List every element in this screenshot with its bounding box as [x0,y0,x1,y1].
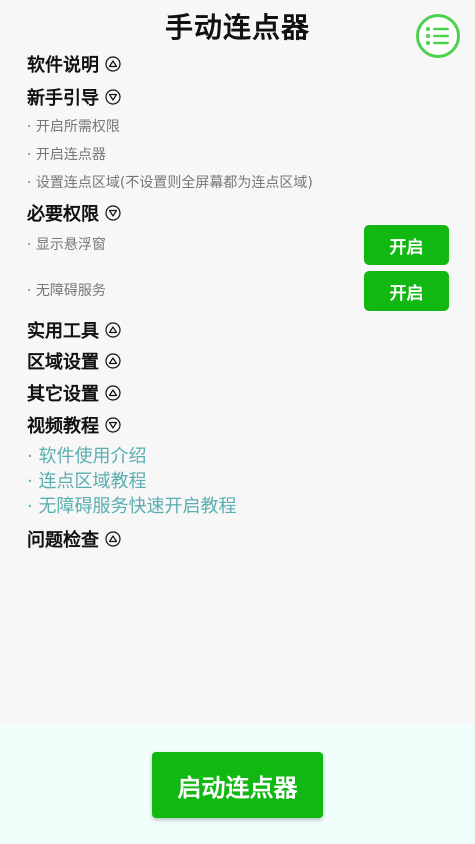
menu-button[interactable] [416,14,460,58]
guide-step: · 开启连点器 [27,147,106,163]
expand-up-icon [105,385,121,401]
expand-up-icon [105,322,121,338]
section-software-desc[interactable]: 软件说明 [27,52,121,76]
video-link-accessibility[interactable]: · 无障碍服务快速开启教程 [27,495,236,519]
section-label: 软件说明 [27,55,99,76]
guide-step: · 设置连点区域(不设置则全屏幕都为连点区域) [27,175,313,191]
section-required-permissions[interactable]: 必要权限 [27,201,121,225]
permission-accessibility-label: · 无障碍服务 [27,283,106,299]
section-label: 视频教程 [27,416,99,437]
video-link-area[interactable]: · 连点区域教程 [27,470,146,494]
collapse-down-icon [105,89,121,105]
section-video-tutorial[interactable]: 视频教程 [27,413,121,437]
expand-up-icon [105,353,121,369]
section-troubleshoot[interactable]: 问题检查 [27,527,121,551]
start-clicker-button[interactable]: 启动连点器 [152,752,323,818]
section-label: 新手引导 [27,88,99,109]
section-tools[interactable]: 实用工具 [27,318,121,342]
section-beginner-guide[interactable]: 新手引导 [27,85,121,109]
permission-overlay-label: · 显示悬浮窗 [27,237,106,253]
section-label: 必要权限 [27,204,99,225]
expand-up-icon [105,531,121,547]
section-area-settings[interactable]: 区域设置 [27,349,121,373]
page-title: 手动连点器 [164,11,310,44]
section-label: 实用工具 [27,321,99,342]
guide-step: · 开启所需权限 [27,119,120,135]
accessibility-open-button[interactable]: 开启 [364,271,449,311]
list-icon [426,27,449,45]
overlay-open-button[interactable]: 开启 [364,225,449,265]
expand-up-icon [105,56,121,72]
app-screen: 手动连点器 软件说明 新手引导 · 开启所需权限 · 开启连点器 · 设置连点区… [0,0,475,844]
section-other-settings[interactable]: 其它设置 [27,381,121,405]
section-label: 其它设置 [27,384,99,405]
section-label: 区域设置 [27,352,99,373]
video-link-intro[interactable]: · 软件使用介绍 [27,445,146,469]
collapse-down-icon [105,417,121,433]
collapse-down-icon [105,205,121,221]
section-label: 问题检查 [27,530,99,551]
